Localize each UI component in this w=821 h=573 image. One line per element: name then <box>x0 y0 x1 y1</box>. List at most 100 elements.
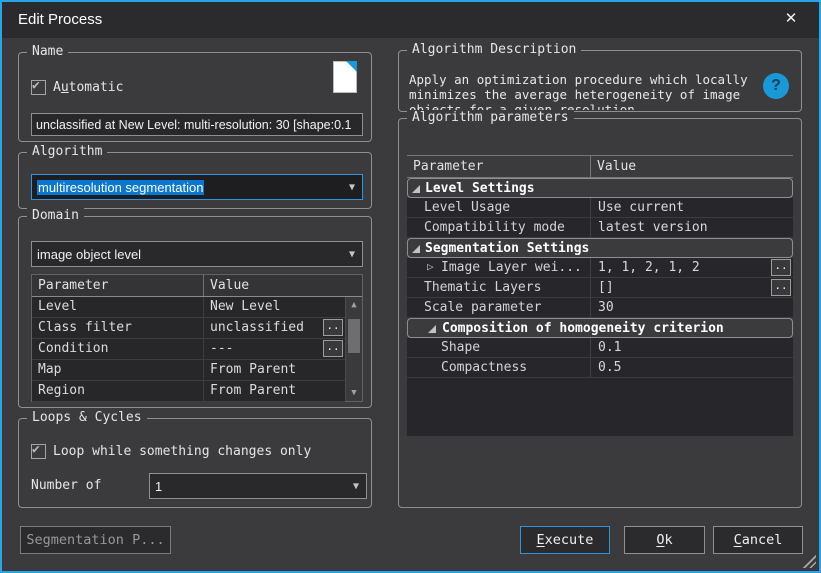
window-title: Edit Process <box>18 11 102 28</box>
value-text: [] <box>598 280 614 295</box>
value-cell: latest version <box>592 218 793 237</box>
parameters-table: Parameter Value Level Settings Level Usag… <box>407 155 793 436</box>
value-text: latest version <box>598 220 708 235</box>
chevron-down-icon: ▼ <box>349 182 355 193</box>
parameter-text: Compactness <box>441 360 527 375</box>
parameter-cell: ▷Image Layer wei... <box>407 258 591 277</box>
domain-table-row[interactable]: LevelNew Level <box>32 297 345 318</box>
parameter-text: Shape <box>441 340 480 355</box>
algorithm-group-label: Algorithm <box>27 144 107 159</box>
value-cell: From Parent <box>204 360 345 380</box>
parameter-cell: Thematic Layers <box>407 278 591 297</box>
expand-arrow-icon[interactable] <box>412 245 420 253</box>
help-icon[interactable]: ? <box>763 73 789 99</box>
algorithm-group: Algorithm multiresolution segmentation ▼ <box>18 152 372 209</box>
ellipsis-button[interactable]: .. <box>771 259 791 276</box>
process-name-input[interactable] <box>31 113 363 136</box>
vertical-scrollbar[interactable]: ▲ ▼ <box>345 297 362 401</box>
domain-table-row[interactable]: MapFrom Parent <box>32 360 345 381</box>
value-cell: unclassified.. <box>204 318 345 338</box>
parameter-cell: Scale parameter <box>407 298 591 317</box>
domain-group-label: Domain <box>27 208 84 223</box>
parameter-cell: Level Settings <box>408 179 794 197</box>
scrollbar-thumb[interactable] <box>348 319 360 353</box>
parameter-cell: Level <box>32 297 204 317</box>
parameter-cell: Class filter <box>32 318 204 338</box>
close-icon[interactable]: ✕ <box>781 9 801 29</box>
ellipsis-button[interactable]: .. <box>323 340 343 357</box>
value-text: Use current <box>598 200 684 215</box>
parameters-tree-row[interactable]: ▷Image Layer wei...1, 1, 2, 1, 2.. <box>407 258 793 278</box>
column-header-value[interactable]: Value <box>591 156 793 177</box>
parameter-text: Segmentation Settings <box>425 241 589 256</box>
parameters-tree-row[interactable]: Compatibility modelatest version <box>407 218 793 238</box>
scroll-down-icon[interactable]: ▼ <box>346 385 362 401</box>
column-header-value[interactable]: Value <box>204 275 362 296</box>
parameters-tree-group-row[interactable]: Composition of homogeneity criterion <box>407 318 793 338</box>
value-cell: Use current <box>592 198 793 217</box>
ellipsis-button[interactable]: .. <box>323 319 343 336</box>
automatic-checkbox[interactable]: ✔ <box>31 80 46 95</box>
column-header-parameter[interactable]: Parameter <box>407 156 591 177</box>
loops-group-label: Loops & Cycles <box>27 410 147 425</box>
document-fold-corner <box>346 61 357 72</box>
parameters-tree-row[interactable]: Compactness0.5 <box>407 358 793 378</box>
ok-button[interactable]: Ok <box>624 526 705 554</box>
algorithm-description-group: Algorithm Description Apply an optimizat… <box>398 50 802 112</box>
parameter-text: Composition of homogeneity criterion <box>442 321 724 336</box>
parameters-tree-row[interactable]: Shape 0.1 <box>407 338 793 358</box>
parameters-tree-row[interactable]: Scale parameter30 <box>407 298 793 318</box>
parameter-cell: Compactness <box>407 358 591 377</box>
title-bar[interactable]: Edit Process ✕ <box>2 2 819 38</box>
algorithm-description-text: Apply an optimization procedure which lo… <box>409 72 759 110</box>
parameters-tree-group-row[interactable]: Level Settings <box>407 178 793 198</box>
algorithm-parameters-group: Algorithm parameters Parameter Value Lev… <box>398 118 802 508</box>
parameter-cell: Condition <box>32 339 204 359</box>
parameter-cell: Region <box>32 381 204 401</box>
parameter-text: Scale parameter <box>424 300 541 315</box>
domain-select[interactable]: image object level ▼ <box>31 241 363 267</box>
scroll-up-icon[interactable]: ▲ <box>346 297 362 313</box>
cancel-button[interactable]: Cancel <box>713 526 803 554</box>
algorithm-select-value: multiresolution segmentation <box>37 180 204 195</box>
value-cell: 1, 1, 2, 1, 2.. <box>592 258 793 277</box>
parameter-cell: Map <box>32 360 204 380</box>
algorithm-select[interactable]: multiresolution segmentation ▼ <box>31 174 363 200</box>
check-icon: ✔ <box>32 78 40 93</box>
parameter-text: Level Usage <box>424 200 510 215</box>
parameters-tree-group-row[interactable]: Segmentation Settings <box>407 238 793 258</box>
parameter-text: Level Settings <box>425 181 535 196</box>
resize-grip[interactable] <box>801 553 816 568</box>
ellipsis-button[interactable]: .. <box>771 279 791 296</box>
chevron-down-icon: ▼ <box>353 481 359 492</box>
parameters-table-empty-area <box>407 378 793 436</box>
domain-table-row[interactable]: Condition ---.. <box>32 339 345 360</box>
value-text: unclassified <box>210 320 304 335</box>
value-text: 0.1 <box>598 340 621 355</box>
loops-cycles-group: Loops & Cycles ✔ Loop while something ch… <box>18 418 372 508</box>
value-text: --- <box>210 341 233 356</box>
number-of-select[interactable]: 1 ▼ <box>149 473 367 499</box>
edit-process-dialog: Edit Process ✕ Name ✔ Automatic Algorith… <box>0 0 821 573</box>
name-group: Name ✔ Automatic <box>18 52 372 142</box>
collapse-arrow-icon[interactable]: ▷ <box>427 260 434 273</box>
expand-arrow-icon[interactable] <box>412 185 420 193</box>
column-header-parameter[interactable]: Parameter <box>32 275 204 296</box>
parameters-tree-row[interactable]: Thematic Layers [].. <box>407 278 793 298</box>
parameter-cell: Shape <box>407 338 591 357</box>
parameters-tree-row[interactable]: Level Usage Use current <box>407 198 793 218</box>
domain-table-row[interactable]: Region From Parent <box>32 381 345 402</box>
domain-group: Domain image object level ▼ Parameter Va… <box>18 216 372 408</box>
loop-while-changes-checkbox[interactable]: ✔ <box>31 444 46 459</box>
execute-button[interactable]: Execute <box>520 526 610 554</box>
expand-arrow-icon[interactable] <box>428 325 436 333</box>
domain-table: Parameter Value LevelNew LevelClass filt… <box>31 274 363 402</box>
automatic-checkbox-label: Automatic <box>53 80 123 95</box>
value-text: From Parent <box>210 383 296 398</box>
new-document-icon <box>333 61 357 93</box>
algorithm-description-label: Algorithm Description <box>407 42 581 57</box>
domain-table-row[interactable]: Class filterunclassified.. <box>32 318 345 339</box>
value-cell: New Level <box>204 297 345 317</box>
value-cell: From Parent <box>204 381 345 401</box>
segmentation-p-button[interactable]: Segmentation P... <box>20 526 171 554</box>
